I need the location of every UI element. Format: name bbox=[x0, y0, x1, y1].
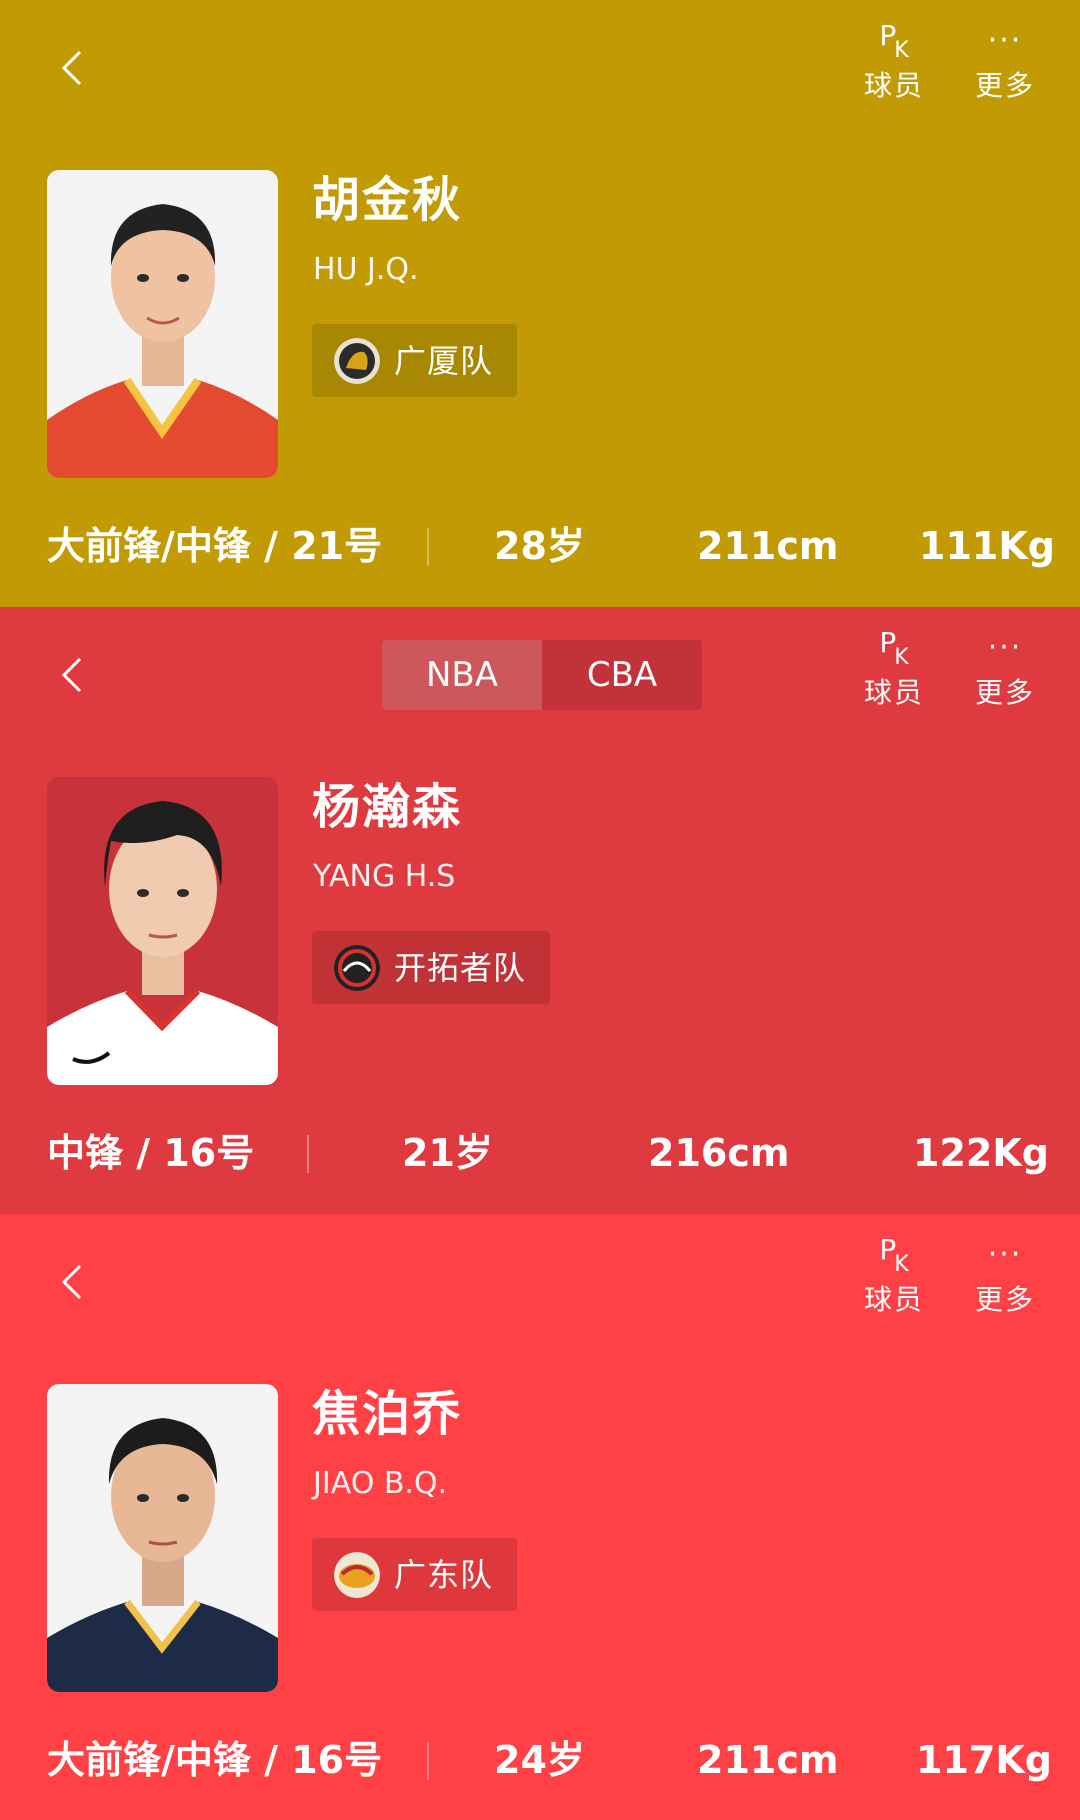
weight: 117Kg bbox=[916, 1738, 1052, 1782]
pk-button[interactable]: PK 球员 bbox=[854, 19, 934, 104]
pk-icon: PK bbox=[879, 1233, 909, 1277]
player-card-2: NBA CBA PK 球员 ··· 更多 杨瀚森 YANG H.S 开拓者队 中… bbox=[0, 607, 1080, 1214]
more-button[interactable]: ··· 更多 bbox=[965, 1236, 1045, 1318]
pk-button[interactable]: PK 球员 bbox=[854, 626, 934, 711]
team-badge[interactable]: 广厦队 bbox=[312, 324, 518, 397]
pk-button[interactable]: PK 球员 bbox=[854, 1233, 934, 1318]
position-number: 大前锋/中锋 / 16号 bbox=[47, 1738, 383, 1782]
weight: 111Kg bbox=[919, 524, 1055, 568]
player-stats: 大前锋/中锋 / 21号 28岁 211cm 111Kg bbox=[0, 516, 1080, 576]
back-button[interactable] bbox=[52, 44, 92, 92]
age: 24岁 bbox=[494, 1738, 585, 1782]
tab-nba[interactable]: NBA bbox=[382, 640, 542, 710]
tab-cba[interactable]: CBA bbox=[542, 640, 702, 710]
league-switch: NBA CBA bbox=[382, 640, 702, 710]
player-name: 焦泊乔 bbox=[312, 1386, 463, 1442]
more-label: 更多 bbox=[974, 1283, 1035, 1316]
more-label: 更多 bbox=[974, 676, 1035, 709]
chevron-left-icon bbox=[61, 1264, 82, 1300]
player-name: 胡金秋 bbox=[312, 172, 463, 228]
player-stats: 中锋 / 16号 21岁 216cm 122Kg bbox=[0, 1123, 1080, 1183]
player-name: 杨瀚森 bbox=[312, 779, 463, 835]
position-number: 中锋 / 16号 bbox=[47, 1131, 255, 1175]
pk-icon: PK bbox=[879, 626, 909, 670]
more-label: 更多 bbox=[974, 69, 1035, 102]
team-name: 广厦队 bbox=[394, 341, 494, 380]
more-button[interactable]: ··· 更多 bbox=[965, 629, 1045, 711]
player-card-1: PK 球员 ··· 更多 胡金秋 HU J.Q. 广厦队 大前锋/中锋 / 21… bbox=[0, 0, 1080, 607]
stats-divider bbox=[427, 1742, 429, 1780]
chevron-left-icon bbox=[61, 50, 82, 86]
team-badge[interactable]: 广东队 bbox=[312, 1538, 518, 1611]
team-logo-icon bbox=[334, 337, 380, 384]
player-card-3: PK 球员 ··· 更多 焦泊乔 JIAO B.Q. 广东队 大前锋/中锋 / … bbox=[0, 1214, 1080, 1820]
team-name: 广东队 bbox=[394, 1555, 494, 1594]
more-icon: ··· bbox=[987, 630, 1023, 665]
back-button[interactable] bbox=[52, 651, 92, 699]
team-logo-icon bbox=[334, 944, 380, 991]
team-logo-icon bbox=[334, 1551, 380, 1598]
height: 211cm bbox=[697, 524, 839, 568]
stats-divider bbox=[307, 1135, 309, 1173]
height: 211cm bbox=[697, 1738, 839, 1782]
player-english-name: JIAO B.Q. bbox=[313, 1466, 448, 1501]
more-button[interactable]: ··· 更多 bbox=[965, 22, 1045, 104]
player-photo bbox=[47, 777, 278, 1085]
pk-label: 球员 bbox=[863, 69, 924, 102]
player-english-name: YANG H.S bbox=[313, 859, 456, 894]
position-number: 大前锋/中锋 / 21号 bbox=[47, 524, 383, 568]
pk-label: 球员 bbox=[863, 1283, 924, 1316]
weight: 122Kg bbox=[913, 1131, 1049, 1175]
more-icon: ··· bbox=[987, 1237, 1023, 1272]
player-stats: 大前锋/中锋 / 16号 24岁 211cm 117Kg bbox=[0, 1730, 1080, 1790]
height: 216cm bbox=[648, 1131, 790, 1175]
age: 28岁 bbox=[494, 524, 585, 568]
player-photo bbox=[47, 1384, 278, 1692]
player-english-name: HU J.Q. bbox=[313, 252, 419, 287]
pk-label: 球员 bbox=[863, 676, 924, 709]
pk-icon: PK bbox=[879, 19, 909, 63]
team-badge[interactable]: 开拓者队 bbox=[312, 931, 551, 1004]
back-button[interactable] bbox=[52, 1258, 92, 1306]
age: 21岁 bbox=[402, 1131, 493, 1175]
stats-divider bbox=[427, 528, 429, 566]
team-name: 开拓者队 bbox=[394, 948, 527, 987]
chevron-left-icon bbox=[61, 657, 82, 693]
more-icon: ··· bbox=[987, 23, 1023, 58]
player-photo bbox=[47, 170, 278, 478]
